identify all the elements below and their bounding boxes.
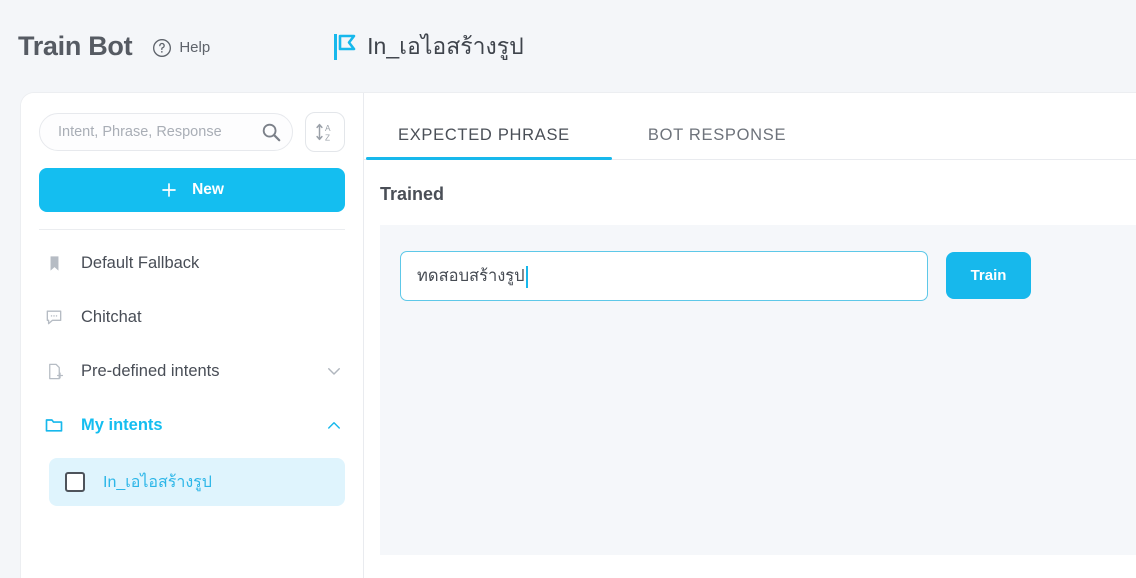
new-button[interactable]: New xyxy=(39,168,345,212)
sidebar-item-label: Pre-defined intents xyxy=(81,361,220,380)
expected-phrase-panel: Trained Train xyxy=(364,160,1136,578)
tab-label: BOT RESPONSE xyxy=(647,126,787,144)
sidebar-item-label: My intents xyxy=(81,415,163,434)
sidebar-search-row: A Z xyxy=(21,93,363,152)
main-content: EXPECTED PHRASE BOT RESPONSE Trained Tra… xyxy=(364,93,1136,578)
intent-label: In_เอไอสร้างรูป xyxy=(103,473,212,491)
file-plus-icon xyxy=(43,360,65,382)
svg-text:Z: Z xyxy=(325,133,330,142)
tab-bar: EXPECTED PHRASE BOT RESPONSE xyxy=(364,93,1136,160)
tab-expected-phrase[interactable]: EXPECTED PHRASE xyxy=(366,126,612,160)
search-box[interactable] xyxy=(39,113,293,151)
bookmark-icon xyxy=(43,252,65,274)
sidebar-item-label: Chitchat xyxy=(81,307,142,326)
train-button-label: Train xyxy=(970,267,1007,284)
sidebar-item-my-intents[interactable]: My intents xyxy=(21,398,363,452)
bot-identity: In_เอไอสร้างรูป xyxy=(334,29,524,65)
phrase-card: Train xyxy=(380,225,1136,555)
tab-bot-response[interactable]: BOT RESPONSE xyxy=(644,126,790,159)
sidebar: A Z New xyxy=(21,93,364,578)
help-button[interactable]: Help xyxy=(152,38,210,58)
new-button-label: New xyxy=(192,181,224,198)
chat-bubble-icon xyxy=(43,306,65,328)
help-label: Help xyxy=(179,39,211,56)
chevron-up-icon[interactable] xyxy=(325,416,343,434)
sort-az-icon: A Z xyxy=(316,123,331,142)
flag-logo-icon xyxy=(334,34,356,60)
sidebar-nav-list: Default Fallback Chitchat Pre-defined in… xyxy=(21,230,363,506)
phrase-input[interactable] xyxy=(417,252,911,300)
train-bot-app: Train Bot Help In_เอไอสร้างรูป Intent, P… xyxy=(0,0,1136,578)
bot-title: In_เอไอสร้างรูป xyxy=(367,33,524,59)
question-circle-icon xyxy=(153,38,172,57)
section-title: Trained xyxy=(380,184,445,204)
chevron-down-icon[interactable] xyxy=(325,362,343,380)
main-shell: A Z New xyxy=(20,92,1136,578)
sidebar-item-label: Default Fallback xyxy=(81,253,200,272)
sidebar-intent-item-selected[interactable]: In_เอไอสร้างรูป xyxy=(49,458,345,506)
search-icon xyxy=(262,123,281,142)
sort-az-button[interactable]: A Z xyxy=(305,112,345,152)
intent-checkbox[interactable] xyxy=(65,472,85,492)
plus-icon xyxy=(162,183,176,197)
app-title: Train Bot xyxy=(18,30,133,61)
search-input[interactable] xyxy=(40,114,292,150)
folder-icon xyxy=(43,414,65,436)
train-button[interactable]: Train xyxy=(946,252,1031,299)
sidebar-item-chitchat[interactable]: Chitchat xyxy=(21,290,363,344)
sidebar-item-default-fallback[interactable]: Default Fallback xyxy=(21,236,363,290)
tab-label: EXPECTED PHRASE xyxy=(398,126,570,144)
phrase-input-wrap[interactable] xyxy=(400,251,928,301)
top-bar: Train Bot Help In_เอไอสร้างรูป xyxy=(0,0,1136,92)
sidebar-item-pre-defined-intents[interactable]: Pre-defined intents xyxy=(21,344,363,398)
svg-text:A: A xyxy=(325,124,331,133)
